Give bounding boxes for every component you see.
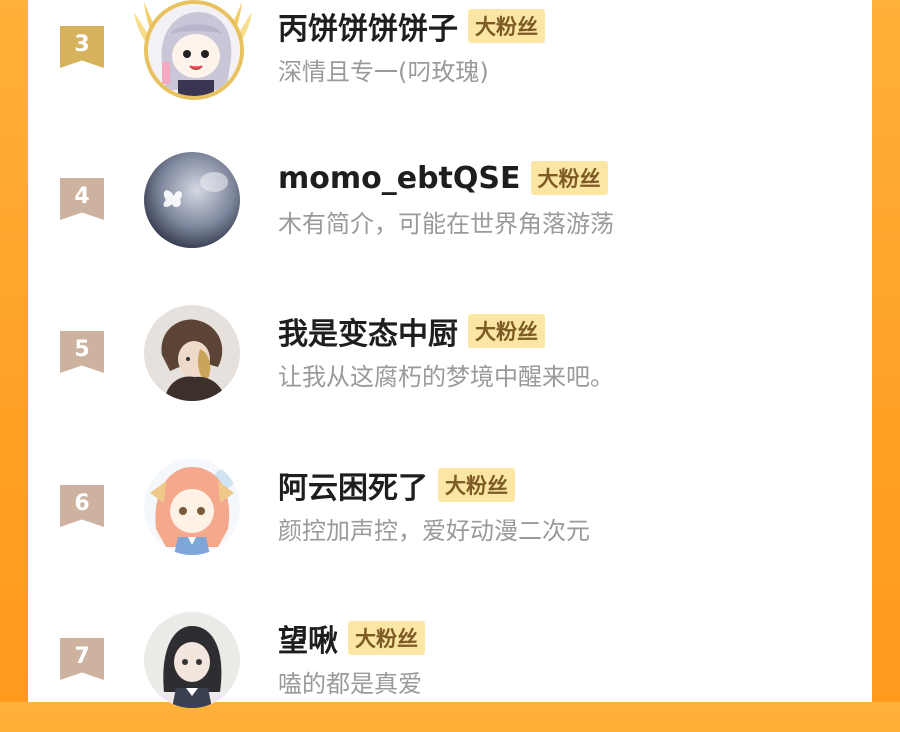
fan-bio: 嗑的都是真爱 (278, 670, 422, 698)
fan-name[interactable]: 望啾 (278, 616, 338, 660)
rank-number: 4 (74, 184, 90, 209)
fan-row-6[interactable]: 6 阿云困死了 大粉丝 颜控加声控，爱好动漫二次元 (28, 459, 872, 579)
fan-level-badge: 大粉丝 (468, 314, 545, 348)
fan-name[interactable]: momo_ebtQSE (278, 161, 521, 196)
avatar[interactable] (144, 152, 240, 248)
fan-row-4[interactable]: 4 momo_ebtQSE 大粉丝 木有简介，可能在世界角落游荡 (28, 152, 872, 272)
avatar[interactable] (144, 305, 240, 401)
sketch-character-avatar-icon (144, 305, 240, 401)
fan-bio: 木有简介，可能在世界角落游荡 (278, 210, 614, 238)
name-line: 丙饼饼饼饼子 大粉丝 (278, 4, 545, 48)
pink-hair-girl-avatar-icon (144, 459, 240, 555)
name-line: 我是变态中厨 大粉丝 (278, 309, 545, 353)
rank-number: 3 (74, 32, 90, 57)
fan-bio: 让我从这腐朽的梦境中醒来吧。 (278, 363, 614, 391)
fan-bio: 颜控加声控，爱好动漫二次元 (278, 517, 590, 545)
rank-ribbon-icon: 6 (60, 485, 104, 527)
avatar[interactable] (144, 0, 244, 100)
name-line: 望啾 大粉丝 (278, 616, 425, 660)
rank-ribbon-icon: 4 (60, 178, 104, 220)
rank-ribbon-icon: 7 (60, 638, 104, 680)
dark-hair-girl-avatar-icon (144, 612, 240, 708)
fan-row-3[interactable]: 3 丙饼饼饼饼子 大粉丝 深情且专一(叼玫瑰) (28, 0, 872, 120)
avatar[interactable] (144, 459, 240, 555)
rank-number: 5 (74, 337, 90, 362)
avatar[interactable] (144, 612, 240, 708)
rank-number: 7 (74, 644, 90, 669)
night-sky-butterfly-avatar-icon (144, 152, 240, 248)
fan-level-badge: 大粉丝 (438, 468, 515, 502)
name-line: momo_ebtQSE 大粉丝 (278, 158, 608, 198)
fan-row-5[interactable]: 5 我是变态中厨 大粉丝 让我从这腐朽的梦境中醒来吧。 (28, 305, 872, 425)
rank-ribbon-icon: 5 (60, 331, 104, 373)
fan-level-badge: 大粉丝 (468, 9, 545, 43)
name-line: 阿云困死了 大粉丝 (278, 463, 515, 507)
anime-girl-avatar-icon (148, 4, 240, 96)
fan-bio: 深情且专一(叼玫瑰) (278, 58, 489, 86)
fan-level-badge: 大粉丝 (348, 621, 425, 655)
fan-ranking-card: 3 丙饼饼饼饼子 大粉丝 深情且专一(叼玫瑰) 4 momo_ebtQSE 大粉… (28, 0, 872, 708)
fan-name[interactable]: 阿云困死了 (278, 463, 428, 507)
rank-ribbon-icon: 3 (60, 26, 104, 68)
rank-number: 6 (74, 491, 90, 516)
fan-row-7[interactable]: 7 望啾 大粉丝 嗑的都是真爱 (28, 612, 872, 732)
fan-name[interactable]: 我是变态中厨 (278, 309, 458, 353)
fan-level-badge: 大粉丝 (530, 161, 608, 195)
fan-name[interactable]: 丙饼饼饼饼子 (278, 4, 458, 48)
